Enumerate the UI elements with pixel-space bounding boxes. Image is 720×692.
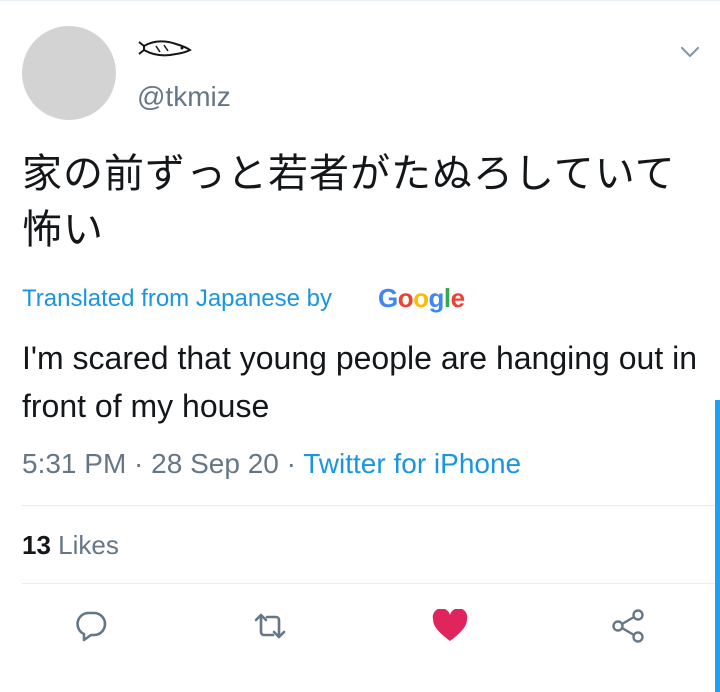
divider xyxy=(22,583,720,584)
google-logo-letter: e xyxy=(450,283,465,313)
heart-icon xyxy=(432,609,468,641)
reply-icon xyxy=(76,611,107,642)
user-handle[interactable]: @tkmiz xyxy=(137,80,231,114)
top-divider xyxy=(0,0,720,1)
tweet-text: 家の前ずっと若者がたぬろしていて 怖い xyxy=(22,151,676,253)
google-logo: Google xyxy=(378,282,465,314)
tweet-date: 28 Sep 20 xyxy=(151,448,279,479)
retweet-button[interactable] xyxy=(250,606,290,646)
like-button[interactable] xyxy=(430,606,470,646)
likes-label: Likes xyxy=(58,530,119,560)
tweet-time: 5:31 PM xyxy=(22,448,127,479)
divider xyxy=(22,505,720,506)
likes-summary[interactable]: 13 Likes xyxy=(22,528,119,562)
display-name-fish-emoji xyxy=(138,40,192,57)
google-logo-letter: G xyxy=(378,283,398,313)
chevron-down-icon[interactable] xyxy=(676,38,704,66)
avatar[interactable] xyxy=(22,26,116,120)
google-logo-letter: g xyxy=(428,283,445,313)
translated-from-link[interactable]: Translated from Japanese by xyxy=(22,284,332,314)
google-logo-letter: l xyxy=(443,283,451,313)
share-icon xyxy=(612,609,644,643)
tweet-translation: I'm scared that young people are hanging… xyxy=(22,340,698,424)
tweet-metadata: 5:31 PM · 28 Sep 20 · Twitter for iPhone xyxy=(22,446,521,482)
retweet-icon xyxy=(254,613,286,639)
reply-button[interactable] xyxy=(71,606,111,646)
google-logo-letter: o xyxy=(413,283,429,313)
google-logo-letter: o xyxy=(397,283,414,313)
tweet-source-link[interactable]: Twitter for iPhone xyxy=(303,448,521,479)
share-button[interactable] xyxy=(608,606,648,646)
meta-separator: · xyxy=(278,448,304,479)
likes-count: 13 xyxy=(22,530,51,560)
scrollbar[interactable] xyxy=(715,400,720,692)
meta-separator: · xyxy=(126,448,152,479)
